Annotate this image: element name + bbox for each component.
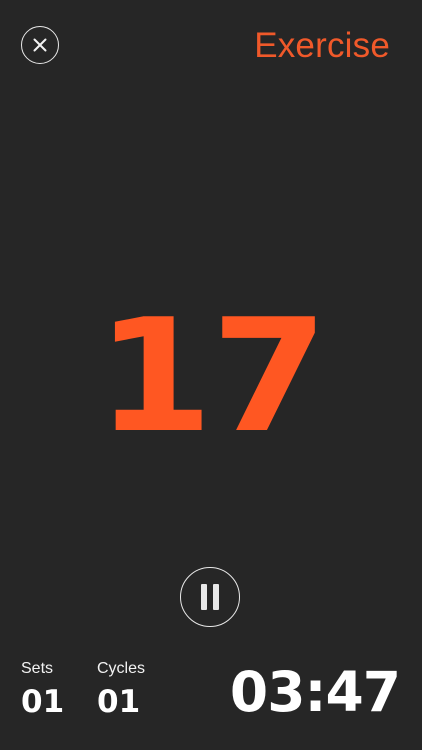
cycles-value: 01	[97, 684, 141, 720]
sets-label: Sets	[21, 660, 54, 677]
pause-icon	[201, 584, 219, 610]
cycles-stat: Cycles 01	[97, 659, 145, 719]
countdown-seconds: 17	[95, 285, 328, 467]
pause-button[interactable]	[180, 567, 240, 627]
close-icon	[33, 38, 47, 52]
sets-stat: Sets 01	[21, 659, 64, 719]
total-time: 03:47	[229, 660, 401, 724]
phase-title: Exercise	[254, 26, 390, 65]
sets-value: 01	[21, 684, 65, 720]
cycles-label: Cycles	[97, 660, 146, 677]
close-button[interactable]	[21, 26, 59, 64]
